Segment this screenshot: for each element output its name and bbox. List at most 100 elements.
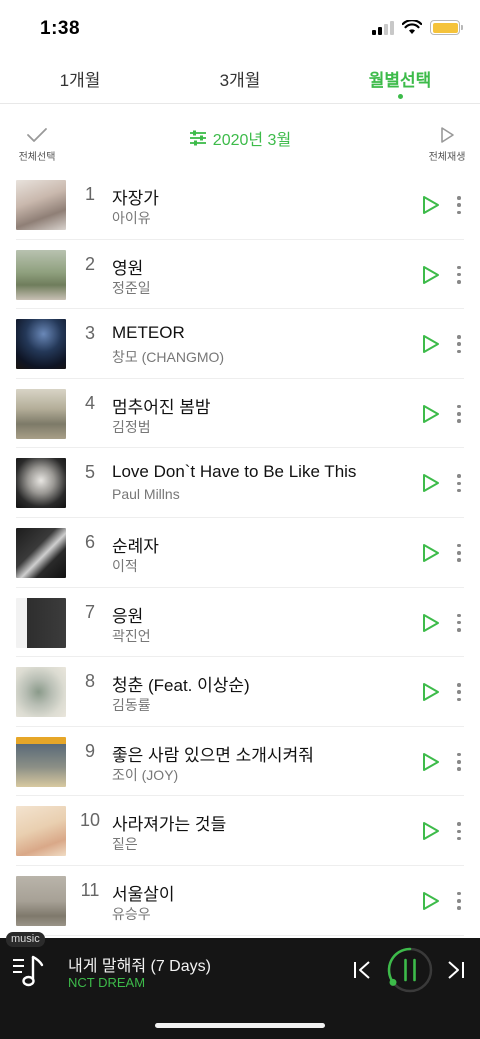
month-filter-button[interactable]: 2020년 3월: [189, 126, 291, 150]
home-indicator: [155, 1023, 325, 1028]
song-title: 좋은 사람 있으면 소개시켜줘: [112, 745, 314, 765]
more-options-icon[interactable]: [456, 474, 462, 493]
song-rank: 10: [79, 810, 101, 831]
signal-icon: [372, 20, 394, 35]
more-options-icon[interactable]: [456, 822, 462, 841]
song-row[interactable]: 4 멈추어진 봄밤 김정범: [0, 379, 480, 449]
song-row[interactable]: 6 순례자 이적: [0, 518, 480, 588]
album-art: [16, 736, 66, 787]
status-icons: [372, 20, 463, 35]
playback-progress-dot: [389, 978, 397, 986]
battery-icon: [430, 20, 463, 35]
song-artist: 정준일: [112, 279, 151, 296]
album-art: [16, 458, 66, 509]
song-rank: 3: [84, 323, 95, 344]
month-filter-label: 2020년 3월: [212, 132, 292, 149]
play-icon: [441, 127, 454, 143]
song-row[interactable]: 9 좋은 사람 있으면 소개시켜줘 조이 (JOY): [0, 727, 480, 797]
more-options-icon[interactable]: [456, 404, 462, 423]
music-badge: music: [6, 932, 45, 947]
previous-icon[interactable]: [352, 960, 372, 980]
active-tab-indicator: [398, 94, 403, 99]
more-options-icon[interactable]: [456, 196, 462, 214]
album-art: [16, 319, 66, 370]
song-rank: 9: [84, 740, 95, 761]
play-all-label: 전체재생: [428, 152, 466, 163]
song-rank: 2: [84, 253, 95, 274]
pause-button[interactable]: [386, 946, 434, 994]
album-art: [16, 875, 66, 926]
song-row[interactable]: 2 영원 정준일: [0, 240, 480, 310]
more-options-icon[interactable]: [456, 265, 462, 284]
play-icon[interactable]: [422, 473, 440, 493]
play-icon[interactable]: [422, 752, 440, 772]
more-options-icon[interactable]: [456, 613, 462, 632]
song-row[interactable]: 10 사라져가는 것들 짙은: [0, 796, 480, 866]
song-artist: 유승우: [112, 905, 151, 922]
play-icon[interactable]: [422, 613, 440, 633]
more-options-icon[interactable]: [456, 335, 462, 354]
more-options-icon[interactable]: [456, 752, 462, 771]
more-options-icon[interactable]: [456, 543, 462, 562]
song-title: 순례자: [112, 536, 159, 556]
song-title: 멈추어진 봄밤: [112, 397, 211, 417]
next-icon[interactable]: [446, 960, 466, 980]
play-icon[interactable]: [422, 821, 440, 841]
select-all-label: 전체선택: [18, 152, 56, 163]
tab-monthly-select[interactable]: 월별선택: [340, 66, 460, 99]
list-toolbar: 전체선택 2020년 3월 전체재생: [0, 118, 480, 166]
tab-monthly-select-label: 월별선택: [368, 71, 432, 90]
song-title: METEOR: [112, 323, 185, 343]
song-title: 사라져가는 것들: [112, 815, 227, 835]
song-rank: 7: [84, 601, 95, 622]
filter-sliders-icon: [189, 130, 206, 146]
song-artist: 곽진언: [112, 627, 151, 644]
song-row[interactable]: 7 응원 곽진언: [0, 588, 480, 658]
play-icon[interactable]: [422, 265, 440, 285]
play-icon[interactable]: [422, 682, 440, 702]
album-art: [16, 806, 66, 857]
song-row[interactable]: 11 서울살이 유승우: [0, 866, 480, 936]
more-options-icon[interactable]: [456, 683, 462, 702]
song-artist: 이적: [112, 557, 138, 574]
play-all-button[interactable]: 전체재생: [422, 126, 472, 163]
song-rank: 4: [84, 392, 95, 413]
album-art: [16, 388, 66, 439]
playlist-icon[interactable]: [12, 954, 48, 988]
more-options-icon[interactable]: [456, 891, 462, 910]
playback-progress-ring: [387, 947, 412, 984]
song-rank: 6: [84, 531, 95, 552]
song-artist: 창모 (CHANGMO): [112, 349, 225, 366]
song-rank: 5: [84, 462, 95, 483]
status-bar: 1:38: [0, 0, 480, 56]
song-title: 영원: [112, 258, 144, 278]
play-icon[interactable]: [422, 404, 440, 424]
album-art: [16, 527, 66, 578]
album-art: [16, 667, 66, 718]
song-row[interactable]: 1 자장가 아이유: [0, 170, 480, 240]
now-playing-title: 내게 말해줘 (7 Days): [68, 958, 211, 975]
tab-3-months[interactable]: 3개월: [180, 66, 300, 91]
month-filter: 2020년 3월: [0, 126, 480, 151]
song-title: 서울살이: [112, 884, 175, 904]
song-artist: 아이유: [112, 210, 151, 226]
song-artist: 조이 (JOY): [112, 766, 179, 783]
song-title: Love Don`t Have to Be Like This: [112, 462, 357, 482]
song-title: 청춘 (Feat. 이상순): [112, 676, 250, 696]
song-row[interactable]: 8 청춘 (Feat. 이상순) 김동률: [0, 657, 480, 727]
album-art: [16, 597, 66, 648]
song-artist: 김동률: [112, 697, 151, 714]
song-artist: 짙은: [112, 836, 138, 853]
song-row[interactable]: 5 Love Don`t Have to Be Like This Paul M…: [0, 448, 480, 518]
mini-player[interactable]: music 내게 말해줘 (7 Days) NCT DREAM: [0, 932, 480, 1039]
song-artist: 김정범: [112, 418, 151, 435]
song-artist: Paul Millns: [112, 486, 180, 503]
play-icon[interactable]: [422, 891, 440, 911]
song-row[interactable]: 3 METEOR 창모 (CHANGMO): [0, 309, 480, 379]
play-icon[interactable]: [422, 195, 440, 215]
play-icon[interactable]: [422, 543, 440, 563]
now-playing-artist: NCT DREAM: [68, 975, 146, 990]
tab-1-month[interactable]: 1개월: [20, 66, 140, 91]
play-icon[interactable]: [422, 334, 440, 354]
song-rank: 1: [84, 184, 95, 204]
